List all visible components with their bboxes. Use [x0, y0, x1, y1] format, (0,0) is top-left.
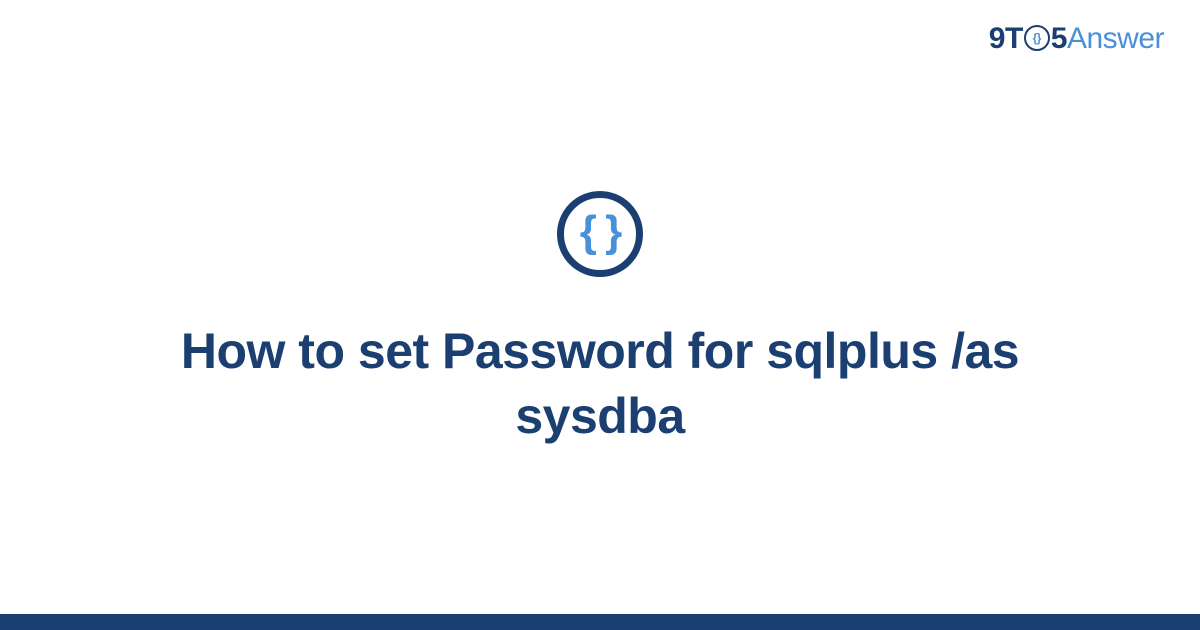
category-badge: { } — [557, 191, 643, 277]
page-title: How to set Password for sqlplus /as sysd… — [110, 319, 1090, 449]
main-content: { } How to set Password for sqlplus /as … — [0, 0, 1200, 630]
footer-accent-bar — [0, 614, 1200, 630]
code-braces-icon: { } — [580, 210, 620, 254]
